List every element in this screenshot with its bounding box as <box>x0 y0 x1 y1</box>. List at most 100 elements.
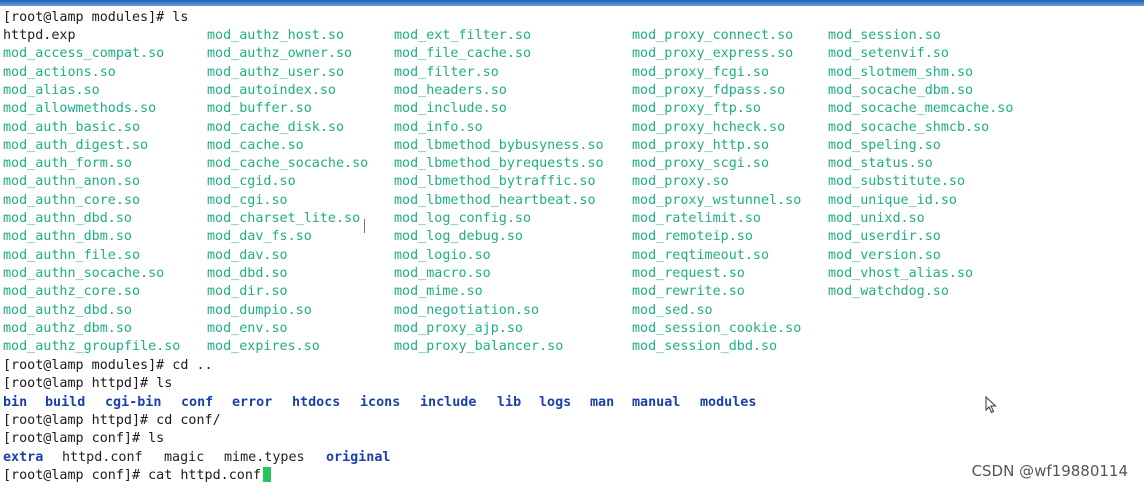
module-file-entry: mod_dbd.so <box>207 265 288 281</box>
httpd-dir-entry: icons <box>360 395 401 410</box>
module-file-entry: mod_headers.so <box>394 82 507 98</box>
module-file-entry: mod_authn_core.so <box>3 192 141 208</box>
module-file-entry: mod_cache_disk.so <box>207 119 345 135</box>
module-file-entry: mod_actions.so <box>3 64 116 80</box>
module-file-entry: mod_mime.so <box>394 284 483 300</box>
httpd-dir-entry: man <box>590 395 615 410</box>
conf-dir-entry: extra <box>3 450 44 465</box>
module-file-entry: mod_info.so <box>394 119 483 135</box>
module-file-entry: mod_proxy_fcgi.so <box>632 64 770 80</box>
module-file-entry: mod_version.so <box>828 247 941 263</box>
module-file-entry: mod_authz_owner.so <box>207 46 353 62</box>
module-file-entry: mod_autoindex.so <box>207 82 336 98</box>
module-file-entry: mod_slotmem_shm.so <box>828 64 974 80</box>
module-file-entry: mod_proxy_connect.so <box>632 28 794 43</box>
httpd-dir-entry: manual <box>632 395 681 410</box>
module-file-entry: mod_authn_dbd.so <box>3 211 132 226</box>
module-file-entry: mod_socache_dbm.so <box>828 82 974 98</box>
module-file-entry: mod_authn_socache.so <box>3 265 165 281</box>
httpd-dir-entry: modules <box>700 395 757 410</box>
module-file-entry: mod_reqtimeout.so <box>632 247 770 263</box>
module-file-entry: mod_cgid.so <box>207 174 296 190</box>
module-file-entry: mod_logio.so <box>394 247 491 263</box>
module-file-entry: mod_expires.so <box>207 339 320 355</box>
module-file-entry: mod_authz_user.so <box>207 64 345 80</box>
module-file-entry: mod_speling.so <box>828 137 941 153</box>
conf-file-entry: mime.types <box>224 450 305 465</box>
prompt-line-cd-conf: [root@lamp httpd]# cd conf/ <box>3 413 221 428</box>
module-file-entry: mod_cgi.so <box>207 192 288 208</box>
module-file-entry: mod_dav_fs.so <box>207 229 312 245</box>
module-file-entry: mod_dumpio.so <box>207 302 312 318</box>
module-file-entry: mod_env.so <box>207 320 288 336</box>
text-cursor <box>262 467 271 482</box>
module-file-entry: mod_cache_socache.so <box>207 156 369 172</box>
terminal-window[interactable]: [root@lamp modules]# ls httpd.exp mod_acc… <box>0 0 1144 490</box>
module-file-entry: mod_auth_basic.so <box>3 119 141 135</box>
module-file-entry: mod_authz_groupfile.so <box>3 339 181 355</box>
module-file-entry: mod_request.so <box>632 265 745 281</box>
module-file-entry: mod_macro.so <box>394 265 491 281</box>
module-file-entry: mod_proxy_express.so <box>632 46 794 62</box>
module-file-entry: mod_dav.so <box>207 247 288 263</box>
module-file-entry: mod_sed.so <box>632 302 713 318</box>
module-file-entry: mod_setenvif.so <box>828 46 949 62</box>
module-file-entry: mod_lbmethod_heartbeat.so <box>394 192 596 208</box>
module-file-entry: mod_proxy_balancer.so <box>394 339 564 355</box>
prompt-line-httpd-ls: [root@lamp httpd]# ls <box>3 376 173 391</box>
module-file-entry: mod_access_compat.so <box>3 46 165 62</box>
module-file-entry: mod_watchdog.so <box>828 284 949 300</box>
module-file-entry: mod_unique_id.so <box>828 192 957 208</box>
module-file-entry: mod_auth_form.so <box>3 156 132 172</box>
module-file-entry: mod_session_cookie.so <box>632 320 802 336</box>
module-file-entry: mod_authn_anon.so <box>3 174 141 190</box>
module-file-entry: mod_proxy_scgi.so <box>632 156 770 172</box>
module-file-entry: mod_lbmethod_bybusyness.so <box>394 137 604 153</box>
mouse-pointer-icon <box>985 396 997 414</box>
module-file-entry: mod_session_dbd.so <box>632 339 778 355</box>
module-file-entry: mod_authz_dbm.so <box>3 320 132 336</box>
module-file-entry: mod_ratelimit.so <box>632 211 761 226</box>
module-file-entry: mod_proxy.so <box>632 174 729 190</box>
module-file-entry: mod_authz_host.so <box>207 28 345 43</box>
module-file-entry: mod_file_cache.so <box>394 46 532 62</box>
conf-file-entry: httpd.conf <box>62 450 143 465</box>
module-file-entry: mod_socache_shmcb.so <box>828 119 990 135</box>
conf-dir-entry: original <box>326 450 391 465</box>
httpd-dir-entry: include <box>420 395 477 410</box>
httpd-dir-entry: build <box>45 395 86 410</box>
module-file-entry: mod_cache.so <box>207 137 304 153</box>
module-file-entry: mod_lbmethod_byrequests.so <box>394 156 604 172</box>
module-file-entry: mod_session.so <box>828 28 941 43</box>
module-file-entry: mod_proxy_ajp.so <box>394 320 523 336</box>
module-file-entry: mod_charset_lite.so <box>207 211 361 226</box>
prompt-line-cat[interactable]: [root@lamp conf]# cat httpd.conf <box>3 467 271 485</box>
module-file-entry: mod_include.so <box>394 101 507 117</box>
conf-file-entry: magic <box>164 450 205 465</box>
module-file-entry: mod_authn_file.so <box>3 247 141 263</box>
module-file-entry: mod_substitute.so <box>828 174 966 190</box>
module-file-entry: mod_proxy_http.so <box>632 137 770 153</box>
module-file-entry: mod_allowmethods.so <box>3 101 157 117</box>
module-file-entry: mod_proxy_ftp.so <box>632 101 761 117</box>
httpd-dir-entry: bin <box>3 395 28 410</box>
httpd-dir-entry: htdocs <box>292 395 341 410</box>
module-file-entry: mod_authz_core.so <box>3 284 141 300</box>
window-top-edge <box>0 0 1144 6</box>
httpd-dir-entry: cgi-bin <box>105 395 162 410</box>
module-file-entry: mod_log_debug.so <box>394 229 523 245</box>
cat-command-text: [root@lamp conf]# cat httpd.conf <box>3 468 261 483</box>
prompt-line-modules-ls: [root@lamp modules]# ls <box>3 10 189 25</box>
httpd-dir-entry: lib <box>497 395 522 410</box>
module-file-entry: mod_remoteip.so <box>632 229 753 245</box>
httpd-dir-entry: error <box>232 395 273 410</box>
module-file-entry: httpd.exp <box>3 28 76 43</box>
httpd-dir-entry: conf <box>181 395 214 410</box>
module-file-entry: mod_proxy_fdpass.so <box>632 82 786 98</box>
module-file-entry: mod_unixd.so <box>828 211 925 226</box>
ibeam-cursor-icon <box>364 219 365 233</box>
httpd-dir-entry: logs <box>539 395 572 410</box>
prompt-line-cd-up: [root@lamp modules]# cd .. <box>3 358 213 373</box>
watermark-text: CSDN @wf19880114 <box>971 462 1128 480</box>
module-file-entry: mod_ext_filter.so <box>394 28 532 43</box>
